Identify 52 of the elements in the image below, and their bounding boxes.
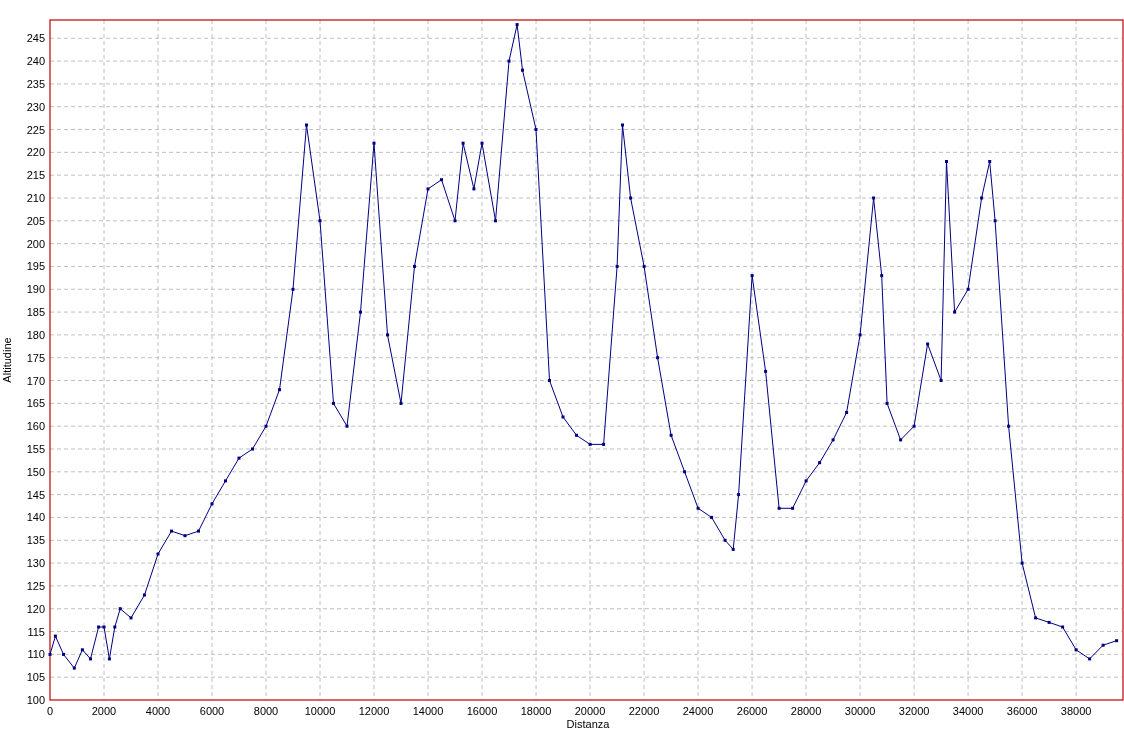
y-tick-label: 115 bbox=[27, 625, 45, 638]
x-tick-label: 4000 bbox=[145, 705, 171, 717]
y-tick-label: 175 bbox=[26, 351, 45, 364]
x-tick-label: 10000 bbox=[304, 705, 336, 717]
y-tick-label: 145 bbox=[26, 488, 45, 501]
y-tick-label: 205 bbox=[26, 214, 45, 227]
y-tick-label: 155 bbox=[26, 443, 45, 455]
y-tick-label: 170 bbox=[26, 374, 45, 387]
y-tick-label: 240 bbox=[26, 55, 45, 68]
y-tick-label: 100 bbox=[26, 694, 45, 706]
x-tick-label: 38000 bbox=[1060, 705, 1092, 717]
x-tick-label: 32000 bbox=[898, 705, 930, 717]
y-tick-label: 215 bbox=[26, 169, 45, 182]
y-tick-label: 245 bbox=[26, 32, 45, 45]
y-tick-label: 120 bbox=[26, 602, 45, 615]
y-tick-label: 160 bbox=[26, 420, 45, 433]
y-tick-label: 225 bbox=[26, 123, 45, 136]
y-tick-label: 125 bbox=[26, 579, 45, 592]
x-tick-label: 36000 bbox=[1006, 705, 1038, 717]
y-tick-label: 195 bbox=[26, 260, 45, 273]
y-tick-label: 235 bbox=[26, 77, 45, 90]
y-tick-label: 220 bbox=[26, 146, 45, 159]
x-tick-label: 16000 bbox=[466, 705, 498, 717]
x-tick-label: 8000 bbox=[253, 705, 279, 717]
y-tick-label: 130 bbox=[26, 557, 45, 570]
x-tick-label: 18000 bbox=[520, 705, 552, 717]
y-tick-label: 230 bbox=[26, 100, 45, 113]
y-tick-label: 110 bbox=[27, 648, 45, 661]
y-tick-label: 180 bbox=[26, 328, 45, 341]
x-tick-label: 28000 bbox=[790, 705, 822, 717]
y-tick-label: 105 bbox=[26, 671, 45, 684]
y-tick-label: 165 bbox=[26, 397, 45, 410]
x-axis-title: Distanza bbox=[566, 718, 610, 730]
y-tick-label: 185 bbox=[26, 306, 45, 319]
x-tick-label: 2000 bbox=[91, 705, 117, 717]
x-tick-label: 24000 bbox=[682, 705, 714, 717]
x-tick-label: 0 bbox=[46, 705, 54, 717]
x-tick-label: 14000 bbox=[412, 705, 444, 717]
x-tick-label: 12000 bbox=[358, 705, 390, 717]
x-tick-label: 30000 bbox=[844, 705, 876, 717]
x-tick-label: 6000 bbox=[199, 705, 225, 717]
x-tick-label: 22000 bbox=[628, 705, 660, 717]
x-tick-label: 20000 bbox=[574, 705, 606, 717]
y-tick-label: 140 bbox=[26, 511, 45, 524]
y-tick-label: 210 bbox=[26, 192, 45, 204]
y-axis-title: Altitudine bbox=[1, 337, 13, 383]
x-tick-label: 26000 bbox=[736, 705, 768, 717]
y-tick-label: 150 bbox=[26, 465, 45, 478]
y-tick-label: 200 bbox=[26, 237, 45, 250]
y-tick-label: 190 bbox=[26, 283, 45, 296]
y-tick-label: 135 bbox=[26, 534, 45, 547]
x-tick-label: 34000 bbox=[952, 705, 984, 717]
